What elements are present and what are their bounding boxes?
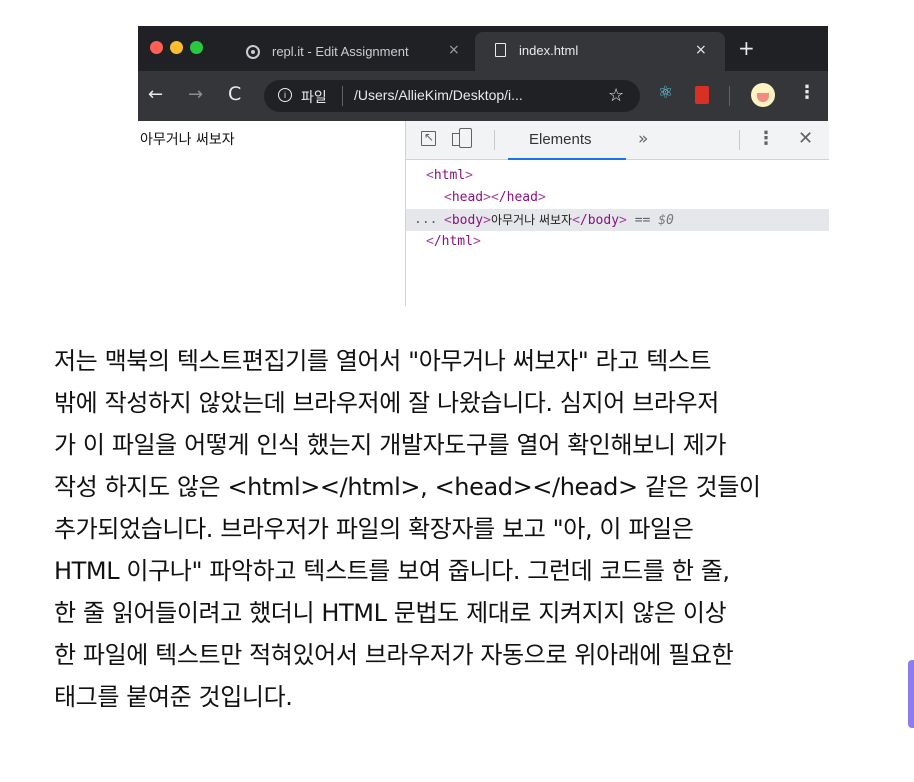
paragraph-line: 저는 맥북의 텍스트편집기를 열어서 "아무거나 써보자" 라고 텍스트	[54, 347, 712, 375]
selected-ref: $0	[658, 213, 674, 228]
window-close-dot[interactable]	[150, 41, 163, 54]
dom-node-head[interactable]: <head></head>	[406, 187, 829, 209]
paragraph-line: 한 줄 읽어들이려고 했더니 HTML 문법도 제대로 지켜지지 않은 이상	[54, 599, 727, 627]
dom-node-html[interactable]: <html>	[406, 165, 829, 187]
back-button[interactable]: ←	[148, 84, 163, 105]
document-icon	[495, 43, 506, 57]
tag-name: html	[433, 168, 466, 183]
selected-marker: ==	[634, 213, 659, 228]
profile-avatar[interactable]	[751, 83, 775, 107]
paragraph-line: HTML 이구나" 파악하고 텍스트를 보여 줍니다. 그런데 코드를 한 줄,	[54, 557, 730, 585]
dom-node-html-close[interactable]: </html>	[406, 231, 829, 253]
tab-title: repl.it - Edit Assignment	[272, 44, 409, 59]
tab-elements-label: Elements	[529, 131, 592, 148]
devtools-panel: Elements » ⋮ ✕ <html> <head></head> ... …	[405, 121, 829, 306]
new-tab-button[interactable]: +	[738, 36, 755, 60]
tag-name: /head	[498, 190, 538, 205]
tag-name: /body	[579, 213, 620, 228]
tab-replit[interactable]: repl.it - Edit Assignment ×	[228, 34, 473, 71]
page-body-text: 아무거나 써보자	[140, 132, 235, 148]
page-viewport: 아무거나 써보자	[138, 121, 405, 306]
info-icon[interactable]: i	[278, 88, 292, 102]
devtools-menu-icon[interactable]: ⋮	[757, 128, 775, 149]
article-paragraph: 저는 맥북의 텍스트편집기를 열어서 "아무거나 써보자" 라고 텍스트 밖에 …	[54, 340, 914, 718]
more-tabs-icon[interactable]: »	[638, 129, 648, 149]
tab-close-icon[interactable]: ×	[695, 42, 707, 58]
browser-toolbar: ← → C i 파일 /Users/AllieKim/Desktop/i... …	[138, 71, 828, 121]
tab-elements[interactable]: Elements	[508, 121, 626, 160]
dom-node-body-selected[interactable]: ... <body>아무거나 써보자</body> == $0	[406, 209, 829, 231]
side-panel-handle[interactable]	[908, 660, 914, 728]
forward-button[interactable]: →	[188, 84, 203, 105]
divider	[342, 86, 343, 106]
tab-close-icon[interactable]: ×	[448, 42, 460, 58]
device-toolbar-icon[interactable]	[452, 128, 472, 148]
url-text[interactable]: /Users/AllieKim/Desktop/i...	[354, 87, 523, 103]
tag-name: head	[451, 190, 484, 205]
active-tab-indicator	[508, 158, 626, 160]
paragraph-line: 한 파일에 텍스트만 적혀있어서 브라우저가 자동으로 위아래에 필요한	[54, 641, 734, 669]
paragraph-line: 작성 하지도 않은 <html></html>, <head></head> 같…	[54, 473, 761, 501]
tab-index-html[interactable]: index.html ×	[475, 32, 725, 71]
paragraph-line: 태그를 붙여준 것입니다.	[54, 683, 293, 711]
devtools-header: Elements » ⋮ ✕	[406, 121, 829, 160]
bookmark-star-icon[interactable]: ☆	[608, 85, 624, 106]
devtools-close-icon[interactable]: ✕	[798, 128, 813, 149]
paragraph-line: 추가되었습니다. 브라우저가 파일의 확장자를 보고 "아, 이 파일은	[54, 515, 694, 543]
reload-button[interactable]: C	[228, 83, 241, 105]
tag-name: body	[451, 213, 484, 228]
paragraph-line: 가 이 파일을 어떻게 인식 했는지 개발자도구를 열어 확인해보니 제가	[54, 431, 727, 459]
node-ellipsis[interactable]: ...	[414, 209, 437, 231]
window-minimize-dot[interactable]	[170, 41, 183, 54]
tag-name: /html	[433, 234, 473, 249]
divider	[729, 86, 730, 106]
react-devtools-icon[interactable]: ⚛	[658, 83, 673, 103]
replit-icon	[246, 45, 260, 59]
tab-title: index.html	[519, 43, 579, 58]
paragraph-line: 밖에 작성하지 않았는데 브라우저에 잘 나왔습니다. 심지어 브라우저	[54, 389, 719, 417]
bookmark-extension-icon[interactable]	[695, 86, 709, 104]
tab-strip: repl.it - Edit Assignment × index.html ×…	[138, 26, 828, 71]
inspect-element-icon[interactable]	[421, 130, 436, 146]
address-bar[interactable]: i 파일 /Users/AllieKim/Desktop/i... ☆	[264, 80, 640, 112]
browser-menu-icon[interactable]: ⋮	[798, 82, 816, 103]
body-text-node: 아무거나 써보자	[490, 213, 573, 227]
window-zoom-dot[interactable]	[190, 41, 203, 54]
browser-screenshot: repl.it - Edit Assignment × index.html ×…	[138, 26, 829, 306]
divider	[739, 130, 740, 150]
scheme-label: 파일	[301, 90, 327, 106]
divider	[494, 130, 495, 150]
